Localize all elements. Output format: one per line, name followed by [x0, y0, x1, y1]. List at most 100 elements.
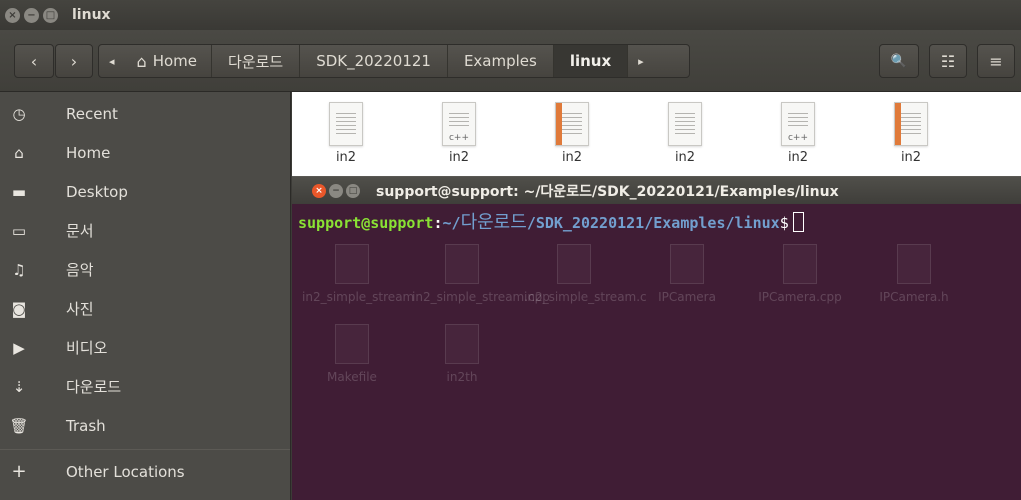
sidebar-item-videos[interactable]: ▶ 비디오 [0, 328, 290, 367]
sidebar-divider [0, 449, 290, 450]
forward-icon: › [70, 51, 78, 71]
prompt-path-prefix: ~/ [442, 214, 461, 232]
forward-button[interactable]: › [55, 44, 93, 78]
breadcrumb-downloads[interactable]: 다운로드 [212, 45, 301, 77]
window-titlebar: × − □ linux [0, 0, 1021, 30]
ghost-file: IPCamera [637, 244, 737, 304]
breadcrumb-scroll-left-button[interactable]: ◂ [99, 45, 125, 77]
folder-icon: ▬ [11, 182, 27, 201]
sidebar-item-label: Recent [66, 104, 118, 123]
breadcrumb-label: 다운로드 [227, 52, 284, 71]
file-item[interactable]: c++ in2 [748, 102, 848, 165]
breadcrumb-label: Home [152, 52, 197, 70]
menu-button[interactable]: ≡ [977, 44, 1015, 78]
file-name: in2 [335, 150, 357, 165]
sidebar-item-label: 문서 [66, 222, 94, 240]
terminal-maximize-button[interactable]: □ [346, 183, 360, 198]
file-item[interactable]: in2 [296, 102, 396, 165]
file-name: in2 [561, 150, 583, 165]
source-file-icon [894, 102, 928, 146]
sidebar-item-recent[interactable]: ◷ Recent [0, 94, 290, 133]
search-button[interactable]: 🔍 [879, 44, 919, 78]
sidebar-item-label: Desktop [66, 182, 128, 201]
file-name: in2 [900, 150, 922, 165]
prompt-symbol: $ [779, 214, 789, 232]
terminal-title: support@support: ~/다운로드/SDK_20220121/Exa… [376, 183, 839, 200]
breadcrumb-examples[interactable]: Examples [448, 45, 554, 77]
home-icon: ⌂ [14, 143, 24, 162]
search-icon: 🔍 [890, 53, 908, 69]
window-minimize-button[interactable]: − [24, 7, 39, 23]
prompt-path-korean: 다운로드 [460, 212, 527, 233]
sidebar-item-desktop[interactable]: ▬ Desktop [0, 172, 290, 211]
header-bar: ‹ › ◂ ⌂ Home 다운로드 SDK_20220121 Examples … [0, 30, 1021, 92]
clock-icon: ◷ [12, 104, 26, 123]
terminal-titlebar: × − □ support@support: ~/다운로드/SDK_202201… [292, 176, 1021, 204]
video-icon: ▶ [13, 338, 25, 357]
sidebar-item-other-locations[interactable]: + Other Locations [0, 452, 290, 491]
prompt-user: support@support [298, 214, 434, 232]
terminal-minimize-button[interactable]: − [329, 183, 343, 198]
window-close-button[interactable]: × [5, 7, 20, 23]
ghost-file: Makefile [302, 324, 402, 384]
sidebar-item-label: 음악 [66, 261, 94, 279]
terminal-body[interactable]: in2_simple_stream in2_simple_stream.cpp … [292, 204, 1021, 500]
sidebar-item-label: Home [66, 143, 111, 162]
prompt-path-rest: /SDK_20220121/Examples/linux [526, 214, 780, 232]
sidebar-item-home[interactable]: ⌂ Home [0, 133, 290, 172]
file-item[interactable]: in2 [861, 102, 961, 165]
breadcrumb-linux[interactable]: linux [553, 45, 629, 77]
file-item[interactable]: in2 [635, 102, 735, 165]
file-name: in2 [674, 150, 696, 165]
breadcrumb-label: Examples [463, 52, 537, 70]
terminal-close-button[interactable]: × [312, 183, 326, 198]
ghost-file: IPCamera.cpp [750, 244, 850, 304]
window-maximize-button[interactable]: □ [43, 7, 58, 23]
text-file-icon [329, 102, 363, 146]
sidebar-item-label: 비디오 [66, 339, 108, 357]
file-item[interactable]: c++ in2 [409, 102, 509, 165]
ghost-file: in2_simple_stream [302, 244, 414, 304]
download-icon: ⇣ [12, 377, 26, 396]
file-name: in2 [448, 150, 470, 165]
back-icon: ‹ [30, 51, 38, 71]
trash-icon: 🗑 [9, 416, 29, 435]
sidebar-item-label: Other Locations [66, 462, 185, 481]
caret-left-icon: ◂ [109, 54, 115, 68]
breadcrumb-label: linux [569, 52, 612, 70]
view-toggle-button[interactable]: ☷ [929, 44, 967, 78]
sidebar-item-downloads[interactable]: ⇣ 다운로드 [0, 367, 290, 406]
sidebar-item-label: Trash [66, 416, 106, 435]
home-icon: ⌂ [136, 51, 147, 71]
ghost-file: in2_simple_stream.c [524, 244, 647, 304]
document-icon: ▭ [11, 221, 27, 240]
list-view-icon: ☷ [940, 51, 956, 71]
cpp-file-icon: c++ [781, 102, 815, 146]
ghost-file: in2th [412, 324, 512, 384]
sidebar-item-documents[interactable]: ▭ 문서 [0, 211, 290, 250]
sidebar-item-music[interactable]: ♫ 음악 [0, 250, 290, 289]
camera-icon: ◙ [11, 299, 27, 318]
plus-icon: + [11, 461, 27, 482]
sidebar-item-trash[interactable]: 🗑 Trash [0, 406, 290, 445]
breadcrumb-home[interactable]: ⌂ Home [125, 45, 212, 77]
sidebar-item-label: 다운로드 [66, 378, 122, 396]
sidebar-item-pictures[interactable]: ◙ 사진 [0, 289, 290, 328]
file-item[interactable]: in2 [522, 102, 622, 165]
caret-right-icon: ▸ [638, 54, 644, 68]
text-cursor [792, 212, 804, 232]
file-name: in2 [787, 150, 809, 165]
back-button[interactable]: ‹ [14, 44, 54, 78]
breadcrumb-label: SDK_20220121 [316, 52, 431, 70]
source-file-icon [555, 102, 589, 146]
terminal-window[interactable]: × − □ support@support: ~/다운로드/SDK_202201… [292, 176, 1021, 500]
breadcrumb-scroll-right-button[interactable]: ▸ [628, 45, 654, 77]
ghost-file: in2_simple_stream.cpp [412, 244, 550, 304]
terminal-prompt: support@support:~/다운로드/SDK_20220121/Exam… [298, 208, 1015, 234]
breadcrumb-sdk[interactable]: SDK_20220121 [300, 45, 448, 77]
ghost-file: IPCamera.h [864, 244, 964, 304]
prompt-colon: : [433, 214, 443, 232]
window-title: linux [72, 7, 111, 23]
hamburger-menu-icon: ≡ [989, 51, 1003, 71]
text-file-icon [668, 102, 702, 146]
